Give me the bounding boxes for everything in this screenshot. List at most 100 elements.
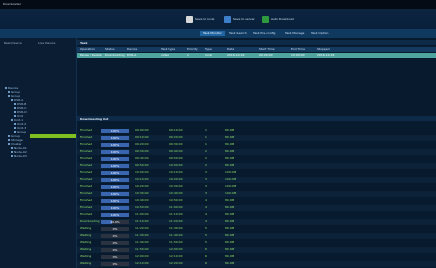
column-header[interactable]: End Time xyxy=(291,47,305,52)
download-row[interactable]: Finished 100% 09:50:00 10:00:00 2 80.0M xyxy=(77,163,436,169)
download-row[interactable]: Waiting 0% 11:40:00 11:50:00 5 80.0M xyxy=(77,240,436,246)
column-header[interactable]: Task type xyxy=(161,47,175,52)
download-status: Finished xyxy=(80,198,93,202)
tree-expand-icon xyxy=(14,103,16,105)
save-local-button[interactable]: Save to local xyxy=(186,15,214,23)
progress-label: 100% xyxy=(110,157,120,161)
tab-task-preconfig[interactable]: Task Pre-config xyxy=(250,31,278,36)
download-ch: 1 xyxy=(205,128,207,132)
download-size: 100.0M xyxy=(225,170,237,174)
column-header[interactable]: Status xyxy=(105,47,115,52)
tab-real-device[interactable]: Real Device xyxy=(4,41,22,45)
download-end: 10:40:00 xyxy=(169,191,183,195)
progress-label: 100% xyxy=(110,143,120,147)
column-header[interactable]: Device xyxy=(127,47,137,52)
download-size: 80.0M xyxy=(225,212,235,216)
tree-expand-icon xyxy=(14,127,16,129)
download-row[interactable]: Finished 100% 10:20:00 10:30:00 3 100.0M xyxy=(77,184,436,190)
progress-label: 0% xyxy=(112,241,118,245)
download-row[interactable]: Finished 100% 10:30:00 10:40:00 3 100.0M xyxy=(77,191,436,197)
progress-label: 100% xyxy=(110,206,120,210)
task-row[interactable]: Pause / Delete Downloading DVR-A video 1 loca… xyxy=(77,53,436,58)
download-row[interactable]: Waiting 0% 11:30:00 11:40:00 5 80.0M xyxy=(77,233,436,239)
progress-bar: 0% xyxy=(101,248,129,252)
progress-bar: 100% xyxy=(101,171,129,175)
download-row[interactable]: Finished 100% 09:10:00 09:20:00 1 80.0M xyxy=(77,135,436,141)
progress-bar: 100% xyxy=(101,136,129,140)
download-size: 80.0M xyxy=(225,128,235,132)
download-ch: 5 xyxy=(205,226,207,230)
download-end: 10:50:00 xyxy=(169,198,183,202)
save-server-button[interactable]: Save to server xyxy=(224,15,255,23)
column-header[interactable]: Priority xyxy=(187,47,198,52)
download-row[interactable]: Waiting 0% 11:20:00 11:30:00 5 80.0M xyxy=(77,226,436,232)
column-header[interactable]: Type xyxy=(205,47,212,52)
progress-label: 100% xyxy=(110,199,120,203)
column-header[interactable]: Start Time xyxy=(259,47,275,52)
download-size: 80.0M xyxy=(225,219,235,223)
progress-bar: 100% xyxy=(101,129,129,133)
download-size: 80.0M xyxy=(225,205,235,209)
window-title: Downloader xyxy=(3,2,21,6)
tab-live-device[interactable]: Live Device xyxy=(38,41,55,45)
column-header[interactable]: Stopped xyxy=(317,47,329,52)
download-row[interactable]: Finished 100% 11:00:00 11:10:00 4 80.0M xyxy=(77,212,436,218)
task-section-header: Task xyxy=(77,40,436,45)
tab-task-monitor[interactable]: Task Monitor xyxy=(200,31,225,36)
download-row[interactable]: Waiting 0% 11:50:00 12:00:00 6 80.0M xyxy=(77,247,436,253)
tab-task-option[interactable]: Task Option xyxy=(308,31,331,36)
download-row[interactable]: Finished 100% 10:50:00 11:00:00 4 80.0M xyxy=(77,205,436,211)
tree-item-label: Node-03 xyxy=(14,154,27,158)
download-status: Finished xyxy=(80,142,93,146)
tree-expand-icon xyxy=(11,119,13,121)
download-row[interactable]: Finished 100% 09:30:00 09:40:00 2 80.0M xyxy=(77,149,436,155)
download-row[interactable]: Finished 100% 09:00:00 09:10:00 1 80.0M xyxy=(77,128,436,134)
download-status: Waiting xyxy=(80,247,92,251)
download-icon xyxy=(186,15,193,23)
progress-bar: 40.0% xyxy=(101,220,129,224)
download-row[interactable]: Finished 100% 10:00:00 10:10:00 3 100.0M xyxy=(77,170,436,176)
download-start: 09:20:00 xyxy=(135,142,149,146)
download-status: Finished xyxy=(80,135,93,139)
column-header[interactable]: Data xyxy=(227,47,234,52)
download-ch: 3 xyxy=(205,184,207,188)
download-start: 11:40:00 xyxy=(135,240,149,244)
download-row[interactable]: Finished 100% 10:10:00 10:20:00 3 100.0M xyxy=(77,177,436,183)
download-row[interactable]: Downloading 40.0% 11:10:00 11:20:00 4 80.0M xyxy=(77,219,436,225)
tab-task-search[interactable]: Task Search xyxy=(226,31,250,36)
tab-task-manage[interactable]: Task Manage xyxy=(282,31,307,36)
download-row[interactable]: Finished 100% 10:40:00 10:50:00 4 80.0M xyxy=(77,198,436,204)
tree-item[interactable]: Node-03 xyxy=(11,154,27,158)
download-status: Waiting xyxy=(80,254,92,258)
download-start: 09:40:00 xyxy=(135,156,149,160)
download-end: 11:00:00 xyxy=(169,205,183,209)
tree-expand-icon xyxy=(14,107,16,109)
column-header[interactable]: Operation xyxy=(80,47,95,52)
download-ch: 4 xyxy=(205,198,207,202)
download-row[interactable]: Waiting 0% 12:10:00 12:20:00 6 80.0M xyxy=(77,261,436,267)
download-end: 12:10:00 xyxy=(169,254,183,258)
download-size: 80.0M xyxy=(225,163,235,167)
tree-expand-icon xyxy=(11,147,13,149)
progress-bar: 0% xyxy=(101,241,129,245)
progress-bar: 100% xyxy=(101,185,129,189)
auto-download-button[interactable]: Auto Download xyxy=(262,15,294,23)
download-row[interactable]: Finished 100% 09:20:00 09:30:00 1 80.0M xyxy=(77,142,436,148)
download-row[interactable]: Finished 100% 09:40:00 09:50:00 2 80.0M xyxy=(77,156,436,162)
download-start: 11:50:00 xyxy=(135,247,149,251)
progress-bar: 0% xyxy=(101,262,129,266)
task-cell: 2016-10-16 xyxy=(317,53,335,57)
tree-expand-icon xyxy=(14,131,16,133)
title-bar: Downloader xyxy=(0,0,436,9)
download-end: 11:10:00 xyxy=(169,212,183,216)
download-end: 11:40:00 xyxy=(169,233,183,237)
task-cell: Pause / Delete xyxy=(80,53,102,57)
download-start: 10:20:00 xyxy=(135,184,149,188)
save-local-label: Save to local xyxy=(195,17,215,21)
download-size: 100.0M xyxy=(225,184,237,188)
progress-bar: 100% xyxy=(101,164,129,168)
download-row[interactable]: Waiting 0% 12:00:00 12:10:00 6 80.0M xyxy=(77,254,436,260)
download-end: 10:00:00 xyxy=(169,163,183,167)
progress-bar: 100% xyxy=(101,199,129,203)
download-start: 12:10:00 xyxy=(135,261,149,265)
